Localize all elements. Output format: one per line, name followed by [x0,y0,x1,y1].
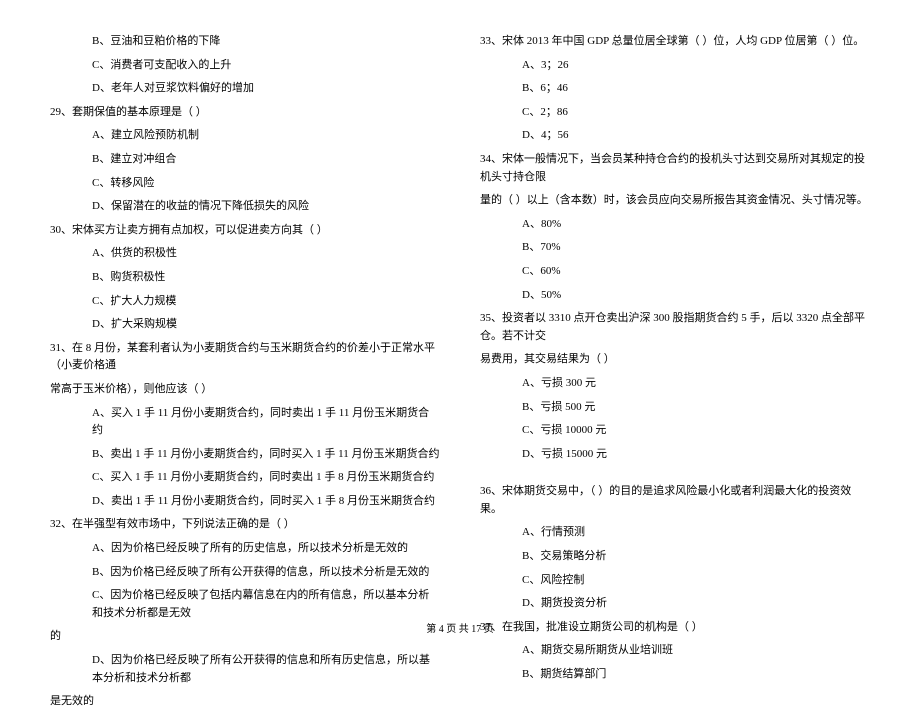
q30-option-c: C、扩大人力规模 [50,290,440,314]
q28-option-b: B、豆油和豆粕价格的下降 [50,30,440,54]
q34-stem-line2: 量的（ ）以上（含本数）时，该会员应向交易所报告其资金情况、头寸情况等。 [480,189,870,213]
q29-option-b: B、建立对冲组合 [50,148,440,172]
q31-option-d: D、卖出 1 手 11 月份小麦期货合约，同时买入 1 手 8 月份玉米期货合约 [50,490,440,514]
q29-stem: 29、套期保值的基本原理是（ ） [50,101,440,125]
q29-option-d: D、保留潜在的收益的情况下降低损失的风险 [50,195,440,219]
q30-option-b: B、购货积极性 [50,266,440,290]
q31-stem-line2: 常高于玉米价格），则他应该（ ） [50,378,440,402]
q33-option-c: C、2；86 [480,101,870,125]
q33-option-d: D、4；56 [480,124,870,148]
q30-option-a: A、供货的积极性 [50,242,440,266]
q30-option-d: D、扩大采购规模 [50,313,440,337]
q35-option-a: A、亏损 300 元 [480,372,870,396]
q32-option-d-line1: D、因为价格已经反映了所有公开获得的信息和所有历史信息，所以基本分析和技术分析都 [50,649,440,690]
q36-option-c: C、风险控制 [480,569,870,593]
q34-option-a: A、80% [480,213,870,237]
q32-option-d-line2: 是无效的 [50,690,440,714]
q36-option-b: B、交易策略分析 [480,545,870,569]
q31-option-c: C、买入 1 手 11 月份小麦期货合约，同时卖出 1 手 8 月份玉米期货合约 [50,466,440,490]
q30-stem: 30、宋体买方让卖方拥有点加权，可以促进卖方向其（ ） [50,219,440,243]
q29-option-a: A、建立风险预防机制 [50,124,440,148]
q31-option-a: A、买入 1 手 11 月份小麦期货合约，同时卖出 1 手 11 月份玉米期货合… [50,402,440,443]
q35-option-b: B、亏损 500 元 [480,396,870,420]
q34-stem-line1: 34、宋体一般情况下，当会员某种持仓合约的投机头寸达到交易所对其规定的投机头寸持… [480,148,870,189]
q36-stem: 36、宋体期货交易中，（ ）的目的是追求风险最小化或者利润最大化的投资效果。 [480,480,870,521]
q36-option-a: A、行情预测 [480,521,870,545]
right-column: 33、宋体 2013 年中国 GDP 总量位居全球第（ ）位，人均 GDP 位居… [460,30,880,610]
q35-option-d: D、亏损 15000 元 [480,443,870,467]
content-columns: B、豆油和豆粕价格的下降 C、消费者可支配收入的上升 D、老年人对豆浆饮料偏好的… [40,30,880,610]
q31-stem-line1: 31、在 8 月份，某套利者认为小麦期货合约与玉米期货合约的价差小于正常水平（小… [50,337,440,378]
q35-stem-line2: 易费用，其交易结果为（ ） [480,348,870,372]
q32-stem: 32、在半强型有效市场中，下列说法正确的是（ ） [50,513,440,537]
q35-stem-line1: 35、投资者以 3310 点开仓卖出沪深 300 股指期货合约 5 手，后以 3… [480,307,870,348]
left-column: B、豆油和豆粕价格的下降 C、消费者可支配收入的上升 D、老年人对豆浆饮料偏好的… [40,30,460,610]
q28-option-c: C、消费者可支配收入的上升 [50,54,440,78]
q34-option-d: D、50% [480,284,870,308]
q34-option-b: B、70% [480,236,870,260]
page-footer: 第 4 页 共 17 页 [0,620,920,635]
q36-option-d: D、期货投资分析 [480,592,870,616]
q37-option-a: A、期货交易所期货从业培训班 [480,639,870,663]
q33-option-a: A、3；26 [480,54,870,78]
q32-option-b: B、因为价格已经反映了所有公开获得的信息，所以技术分析是无效的 [50,561,440,585]
q33-stem: 33、宋体 2013 年中国 GDP 总量位居全球第（ ）位，人均 GDP 位居… [480,30,870,54]
q37-option-b: B、期货结算部门 [480,663,870,687]
q33-option-b: B、6；46 [480,77,870,101]
q34-option-c: C、60% [480,260,870,284]
q31-option-b: B、卖出 1 手 11 月份小麦期货合约，同时买入 1 手 11 月份玉米期货合… [50,443,440,467]
q28-option-d: D、老年人对豆浆饮料偏好的增加 [50,77,440,101]
spacer [480,466,870,480]
q29-option-c: C、转移风险 [50,172,440,196]
q35-option-c: C、亏损 10000 元 [480,419,870,443]
q32-option-a: A、因为价格已经反映了所有的历史信息，所以技术分析是无效的 [50,537,440,561]
